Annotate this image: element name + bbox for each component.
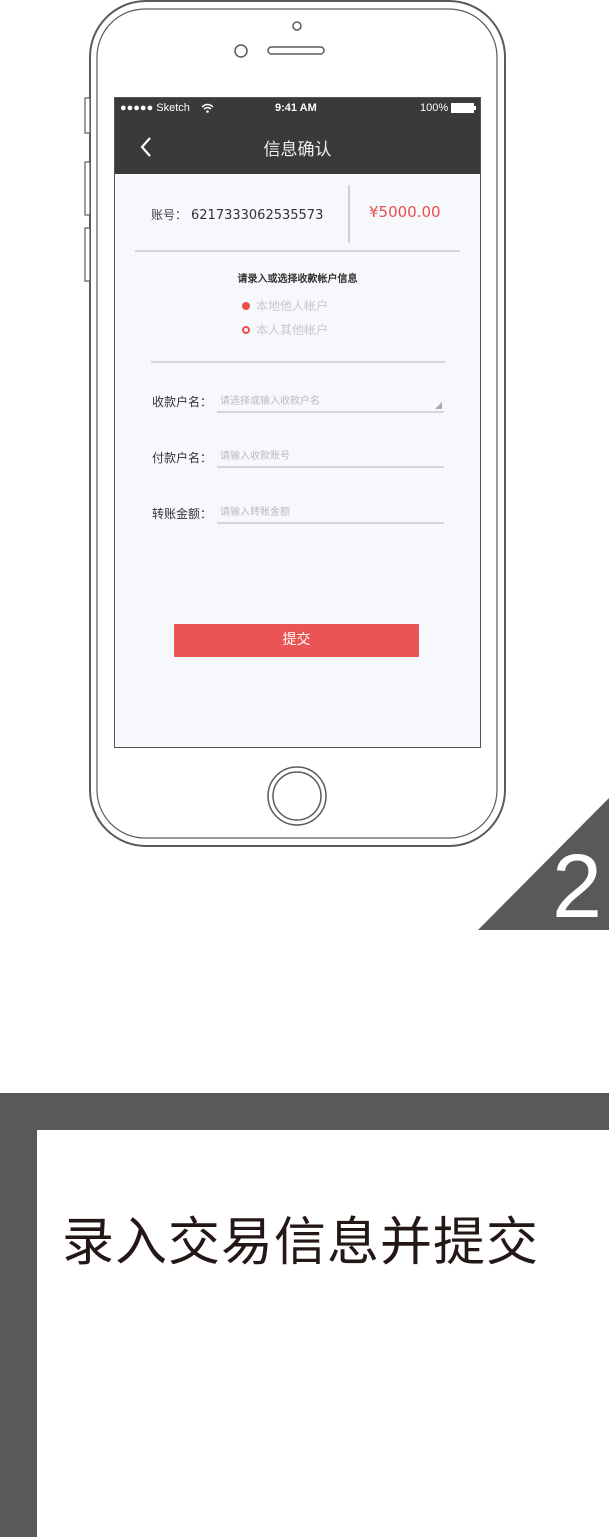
amount-value: ¥5000.00 bbox=[369, 203, 441, 221]
time: 9:41 AM bbox=[275, 102, 317, 114]
wifi-icon bbox=[201, 103, 214, 113]
radio-local-other[interactable]: 本地他人帐户 bbox=[242, 297, 328, 314]
account-label: 账号： bbox=[151, 208, 188, 222]
account-number: 6217333062535573 bbox=[191, 208, 324, 223]
payer-name-placeholder: 请输入收款账号 bbox=[220, 451, 290, 462]
dropdown-corner-icon[interactable] bbox=[435, 402, 442, 409]
payee-name-input[interactable]: 请选择或输入收款户名 bbox=[217, 391, 444, 413]
status-bar: ●●●●● Sketch 9:41 AM 100% bbox=[115, 98, 480, 119]
nav-bar: 信息确认 bbox=[115, 119, 480, 174]
radio-own-other[interactable]: 本人其他帐户 bbox=[242, 321, 328, 338]
carrier: ●●●●● Sketch bbox=[120, 102, 190, 114]
payee-name-label: 收款户名： bbox=[152, 395, 213, 409]
step-caption: 录入交易信息并提交 bbox=[62, 1213, 540, 1273]
amount-input[interactable]: 请输入转账金额 bbox=[217, 502, 444, 524]
amount-label: 转账金额： bbox=[152, 507, 213, 521]
radio-unselected-icon bbox=[242, 325, 250, 334]
divider bbox=[151, 361, 445, 363]
payer-name-input[interactable]: 请输入收款账号 bbox=[217, 446, 444, 468]
decor-bar-left bbox=[0, 1093, 37, 1537]
radio-label: 本人其他帐户 bbox=[256, 323, 329, 337]
radio-label: 本地他人帐户 bbox=[256, 299, 329, 313]
radio-selected-icon bbox=[242, 301, 250, 310]
battery-percent: 100% bbox=[420, 102, 449, 114]
submit-button[interactable]: 提交 bbox=[174, 624, 419, 657]
phone-screen: ●●●●● Sketch 9:41 AM 100% 信息确认 账号： 621733… bbox=[114, 97, 481, 748]
divider bbox=[348, 185, 350, 243]
page-title: 信息确认 bbox=[263, 140, 332, 160]
battery-icon bbox=[451, 103, 476, 113]
divider bbox=[135, 250, 460, 252]
payee-name-placeholder: 请选择或输入收款户名 bbox=[220, 396, 320, 407]
account-info: 账号： 6217333062535573 bbox=[151, 206, 323, 223]
decor-bar-top bbox=[0, 1093, 609, 1130]
account-prompt: 请录入或选择收款帐户信息 bbox=[237, 274, 358, 285]
payer-name-label: 付款户名： bbox=[152, 451, 213, 465]
amount-placeholder: 请输入转账金额 bbox=[220, 507, 290, 518]
step-number: 2 bbox=[552, 837, 603, 937]
